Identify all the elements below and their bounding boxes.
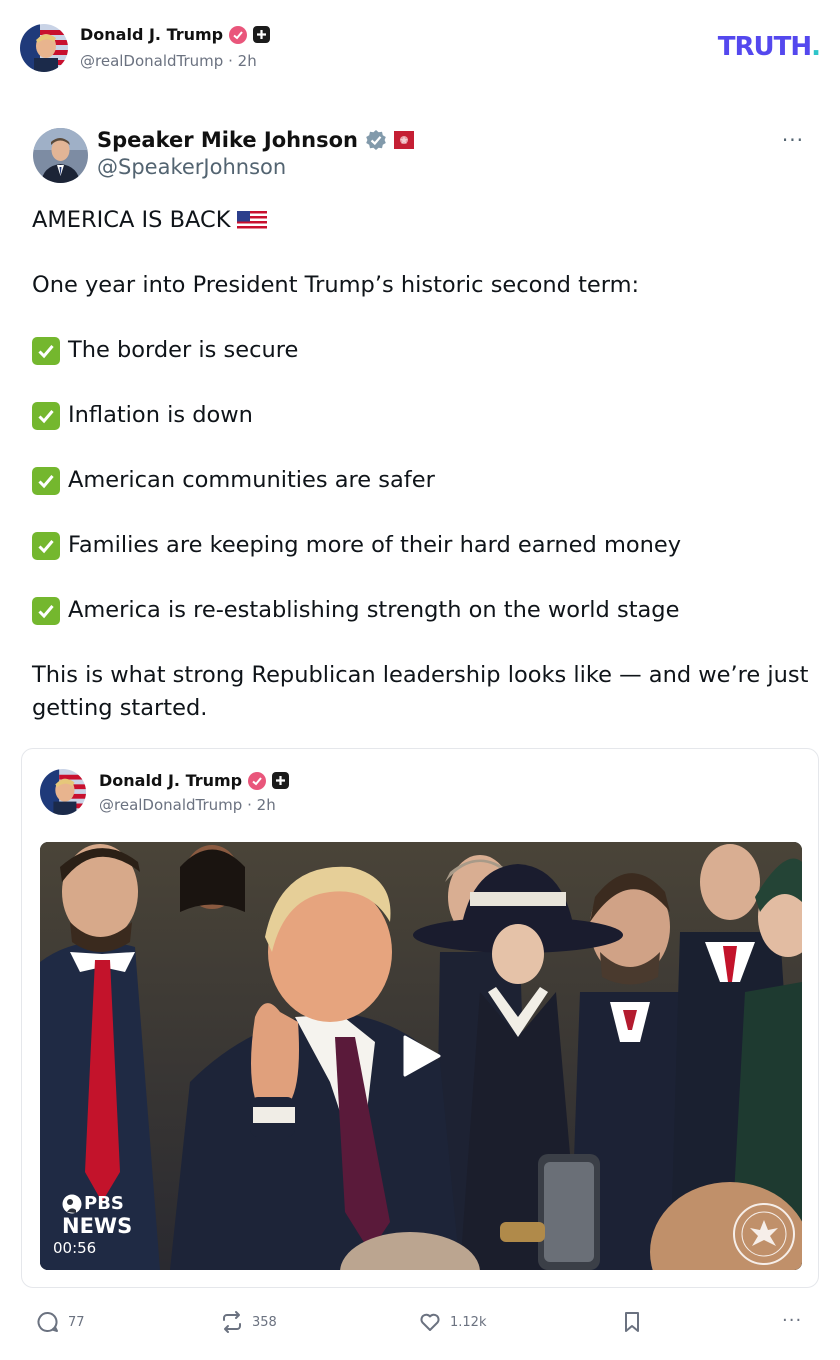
video-player[interactable]: PBS NEWS 00:56 [40, 842, 802, 1270]
handle-text[interactable]: @realDonaldTrump [80, 52, 223, 70]
flag-portrait-avatar-icon [20, 24, 68, 72]
check-mark-icon [32, 466, 60, 495]
house-seal-icon [733, 1203, 795, 1265]
portrait-avatar-icon [33, 128, 88, 183]
action-bar: 77 358 1.12k ··· [0, 1300, 840, 1344]
check-mark-icon [32, 596, 60, 625]
more-icon: ··· [782, 1310, 803, 1331]
separator: · [247, 796, 252, 814]
quoted-author-name[interactable]: Donald J. Trump [99, 771, 290, 790]
checklist-text: American communities are safer [68, 467, 435, 493]
flag-portrait-avatar-icon [40, 769, 86, 815]
embedded-post-body: AMERICA IS BACK One year into President … [32, 204, 812, 757]
repost-icon [223, 1311, 241, 1333]
handle-text[interactable]: @realDonaldTrump [99, 796, 242, 814]
plus-badge-icon [253, 26, 271, 43]
retruth-button[interactable]: 358 [220, 1310, 277, 1334]
checklist-text: The border is secure [68, 337, 299, 363]
separator: · [228, 52, 233, 70]
avatar[interactable] [20, 24, 68, 72]
checklist-text: America is re-establishing strength on t… [68, 597, 680, 623]
like-button[interactable]: 1.12k [418, 1310, 486, 1334]
quoted-author-handle[interactable]: @realDonaldTrump · 2h [99, 796, 276, 814]
logo-dot: . [811, 32, 821, 62]
headline: AMERICA IS BACK [32, 207, 231, 233]
like-count: 1.12k [450, 1314, 487, 1330]
checklist-text: Families are keeping more of their hard … [68, 532, 682, 558]
quoted-author-name-text[interactable]: Donald J. Trump [99, 771, 242, 790]
intro-line: One year into President Trump’s historic… [32, 272, 640, 298]
video-duration: 00:56 [53, 1239, 97, 1257]
pbs-news-watermark: PBS NEWS [62, 1194, 132, 1237]
checklist-item: Families are keeping more of their hard … [32, 529, 812, 562]
checklist-text: Inflation is down [68, 402, 253, 428]
headline-line: AMERICA IS BACK [32, 204, 812, 237]
timestamp[interactable]: 2h [257, 796, 276, 814]
post-header: Donald J. Trump @realDonaldTrump · 2h TR… [0, 0, 840, 96]
embedded-author-name: Speaker Mike Johnson [97, 128, 414, 152]
embedded-author-name-text: Speaker Mike Johnson [97, 128, 358, 152]
verified-gray-icon [366, 130, 386, 150]
author-name[interactable]: Donald J. Trump [80, 25, 271, 44]
author-name-text[interactable]: Donald J. Trump [80, 25, 223, 44]
closing-line: This is what strong Republican leadershi… [32, 662, 809, 721]
pbs-logo-icon [62, 1194, 82, 1214]
bookmark-icon [625, 1312, 639, 1332]
checklist-item: America is re-establishing strength on t… [32, 594, 812, 627]
quoted-avatar[interactable] [40, 769, 86, 815]
play-icon[interactable] [401, 1035, 443, 1077]
timestamp[interactable]: 2h [238, 52, 257, 70]
network-line2: NEWS [62, 1214, 133, 1238]
plus-badge-icon [272, 772, 290, 789]
heart-icon [420, 1313, 440, 1331]
reply-button[interactable]: 77 [36, 1310, 85, 1334]
house-flag-icon [393, 131, 414, 149]
reply-count: 77 [68, 1314, 85, 1330]
checklist-item: American communities are safer [32, 464, 812, 497]
verified-badge-icon [248, 771, 267, 790]
network-line1: PBS [84, 1193, 124, 1214]
embedded-avatar [33, 128, 88, 183]
logo-text: TRUTH [717, 32, 812, 62]
embedded-more-icon: ··· [781, 128, 804, 152]
author-handle[interactable]: @realDonaldTrump · 2h [80, 52, 257, 70]
bookmark-button[interactable] [620, 1310, 644, 1334]
retruth-count: 358 [252, 1314, 277, 1330]
checklist-item: Inflation is down [32, 399, 812, 432]
checklist-item: The border is secure [32, 334, 812, 367]
truth-logo[interactable]: TRUTH. [717, 32, 821, 62]
check-mark-icon [32, 336, 60, 365]
check-mark-icon [32, 401, 60, 430]
embedded-author-handle: @SpeakerJohnson [97, 155, 287, 179]
verified-badge-icon [229, 25, 248, 44]
us-flag-emoji-icon [236, 210, 267, 231]
comment-icon [37, 1311, 58, 1332]
quoted-post-card[interactable]: Donald J. Trump @realDonaldTrump · 2h PB… [21, 748, 819, 1288]
check-mark-icon [32, 531, 60, 560]
more-options-button[interactable]: ··· [782, 1310, 802, 1331]
